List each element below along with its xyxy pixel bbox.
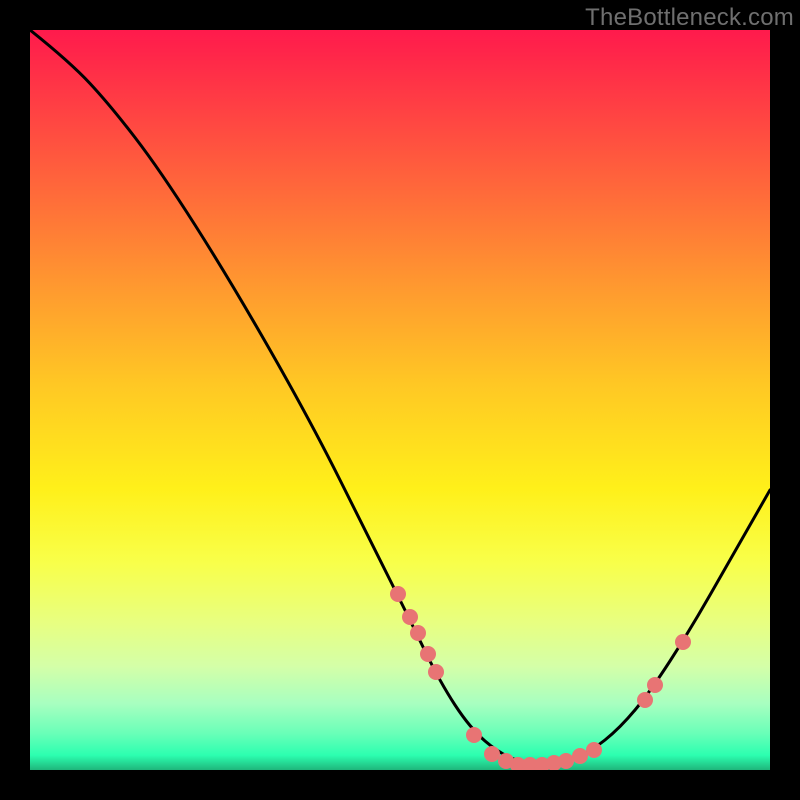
chart-marker bbox=[402, 609, 418, 625]
chart-svg bbox=[30, 30, 770, 770]
chart-marker bbox=[586, 742, 602, 758]
watermark-text: TheBottleneck.com bbox=[585, 4, 794, 32]
chart-marker bbox=[675, 634, 691, 650]
chart-marker bbox=[647, 677, 663, 693]
chart-curve bbox=[30, 30, 770, 765]
chart-marker bbox=[484, 746, 500, 762]
chart-marker bbox=[410, 625, 426, 641]
chart-marker bbox=[390, 586, 406, 602]
chart-marker bbox=[637, 692, 653, 708]
chart-marker bbox=[558, 753, 574, 769]
chart-marker bbox=[572, 748, 588, 764]
chart-marker bbox=[420, 646, 436, 662]
chart-marker bbox=[466, 727, 482, 743]
chart-frame bbox=[30, 30, 770, 770]
chart-marker bbox=[428, 664, 444, 680]
chart-markers bbox=[390, 586, 691, 770]
